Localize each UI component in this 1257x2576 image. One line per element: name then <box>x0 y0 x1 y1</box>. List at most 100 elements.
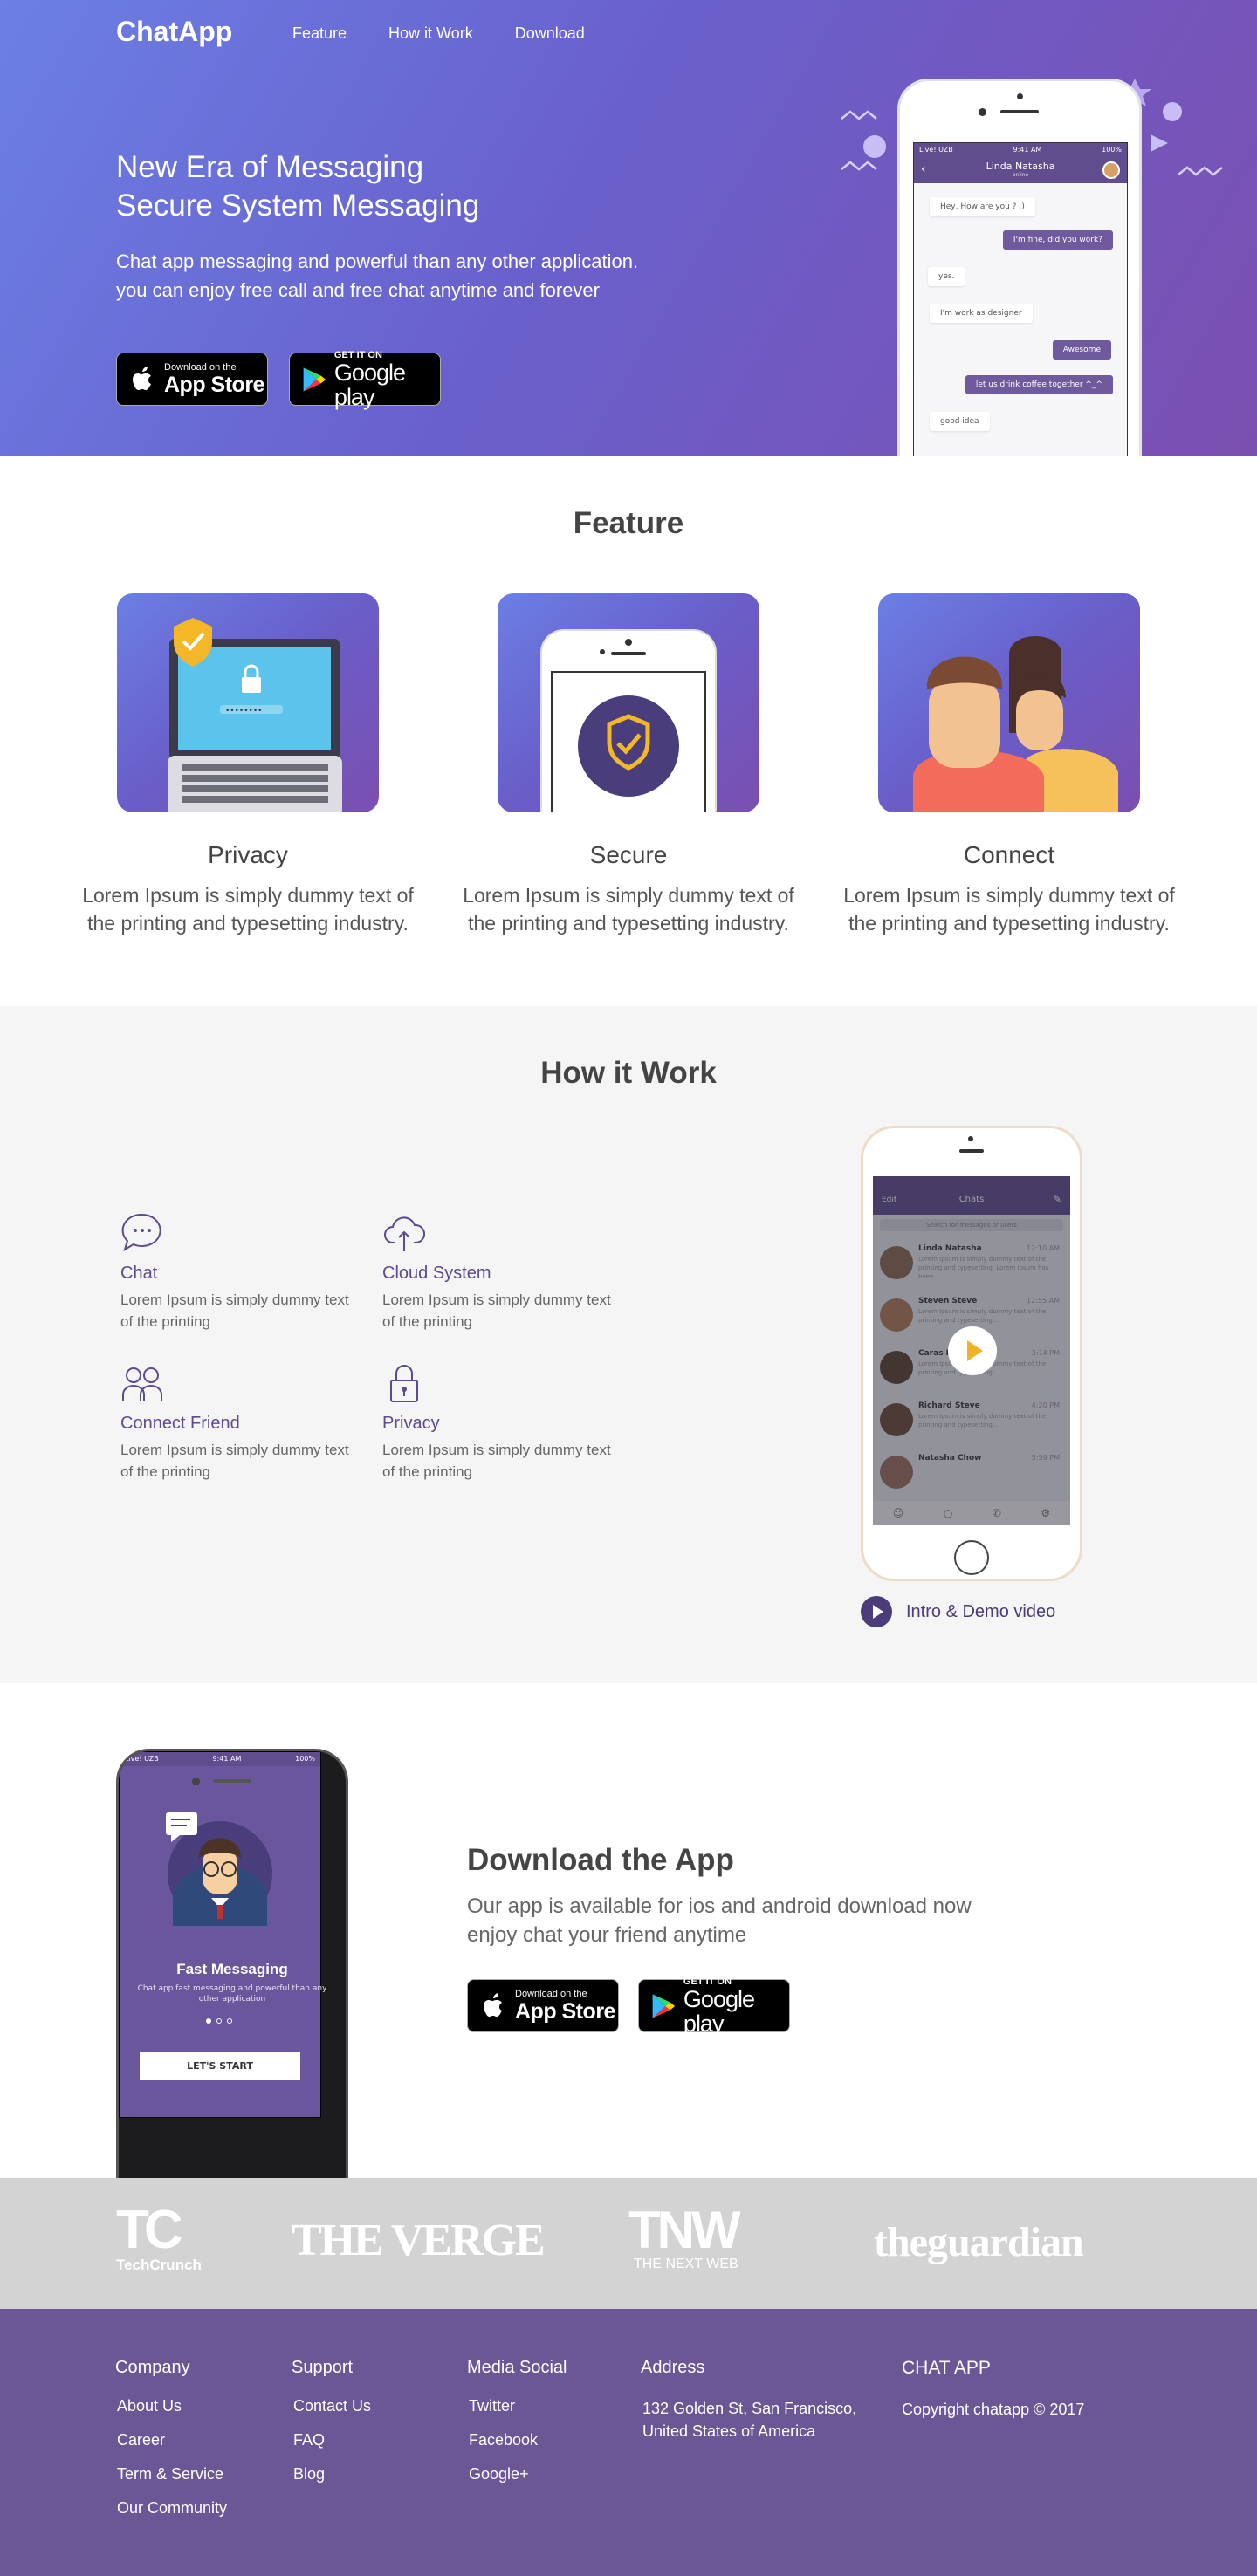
download-subtitle: Our app is available for ios and android… <box>467 1894 972 1947</box>
friends-icon <box>122 1367 162 1401</box>
how-item-privacy: Privacy Lorem Ipsum is simply dummy text… <box>382 1361 627 1483</box>
footer-address: Address 132 Golden St, San Francisco, Un… <box>641 2358 856 2442</box>
intro-demo-link[interactable]: Intro & Demo video <box>861 1596 1055 1627</box>
nav-download[interactable]: Download <box>515 24 585 43</box>
chat-message: Awesome <box>1052 340 1111 360</box>
demo-phone-screen: Edit Chats ✎ Search for messages or user… <box>873 1176 1070 1525</box>
play-video-icon[interactable] <box>948 1326 997 1375</box>
feature-card-privacy: •••••••• <box>117 593 379 812</box>
google-play-small: GET IT ON <box>333 349 382 360</box>
feature-desc-connect: Lorem Ipsum is simply dummy text of the … <box>843 884 1175 935</box>
how-title: How it Work <box>540 1056 717 1090</box>
top-nav: Feature How it Work Download <box>292 24 627 43</box>
feature-card-secure <box>498 593 759 812</box>
address-line-1: 132 Golden St, San Francisco, <box>642 2400 857 2417</box>
the-verge-logo[interactable]: THE VERGE <box>292 2215 546 2266</box>
brand-logo[interactable]: ChatApp <box>116 16 232 48</box>
phone-shield-icon <box>540 629 717 812</box>
guardian-logo[interactable]: theguardian <box>874 2218 1084 2266</box>
footer-company: Company About Us Career Term & Service O… <box>115 2358 227 2533</box>
download-title: Download the App <box>467 1843 734 1877</box>
footer-heading: Address <box>641 2358 705 2377</box>
feature-name-privacy: Privacy <box>208 841 288 868</box>
feature-card-connect <box>878 593 1140 812</box>
app-store-small: Download on the <box>164 361 237 373</box>
techcrunch-logo[interactable]: TC TechCrunch <box>116 2200 202 2274</box>
how-item-desc: Lorem Ipsum is simply dummy text of the … <box>120 1442 349 1480</box>
how-item-desc: Lorem Ipsum is simply dummy text of the … <box>382 1291 611 1330</box>
phone-speaker <box>959 1149 984 1153</box>
chat-header: ‹ Linda Natasha online <box>914 157 1127 183</box>
how-item-cloud: Cloud System Lorem Ipsum is simply dummy… <box>382 1211 627 1333</box>
phone-speaker <box>1000 110 1039 113</box>
footer: Company About Us Career Term & Service O… <box>0 2309 1257 2576</box>
techcrunch-mark: TC <box>116 2200 183 2260</box>
status-time: 9:41 AM <box>212 1755 242 1763</box>
lets-start-button[interactable]: LET'S START <box>140 2052 300 2080</box>
hero-phone-screen: Live! UZB 9:41 AM 100% ‹ Linda Natasha o… <box>913 142 1128 456</box>
footer-link-career[interactable]: Career <box>115 2431 227 2449</box>
feature-title: Feature <box>573 506 684 540</box>
how-item-desc: Lorem Ipsum is simply dummy text of the … <box>120 1291 349 1330</box>
feature-name-connect: Connect <box>963 841 1055 868</box>
footer-heading: Company <box>115 2358 190 2377</box>
feature-name-secure: Secure <box>589 841 668 868</box>
page-dot[interactable] <box>227 2018 232 2024</box>
intro-label: Intro & Demo video <box>906 1601 1056 1621</box>
app-store-big: App Store <box>164 372 264 397</box>
phone-camera <box>968 1136 973 1141</box>
app-store-button[interactable]: Download on the App Store <box>467 1979 619 2032</box>
nav-feature[interactable]: Feature <box>292 24 347 43</box>
carrier-label: Live! UZB <box>919 146 953 154</box>
download-phone-mockup: Live! UZB 9:41 AM 100% Fast Messaging Ch… <box>116 1749 348 2237</box>
onboarding-heading: Fast Messaging <box>176 1961 288 1977</box>
techcrunch-name: TechCrunch <box>116 2257 202 2273</box>
app-store-small: Download on the <box>515 1988 587 1999</box>
cloud-upload-icon <box>384 1216 425 1251</box>
onboarding-text: Chat app fast messaging and powerful tha… <box>137 1984 327 2004</box>
chat-message: Hey, How are you ? :) <box>930 197 1035 216</box>
status-time: 9:41 AM <box>1013 146 1042 154</box>
footer-link-community[interactable]: Our Community <box>115 2499 227 2518</box>
google-play-big: Google play <box>683 1985 755 2037</box>
google-play-icon <box>303 367 326 392</box>
phone-sensor <box>1017 93 1023 99</box>
phone-status-bar: Live! UZB 9:41 AM 100% <box>914 143 1127 157</box>
chat-message: I'm work as designer <box>930 304 1033 323</box>
chat-message: good idea <box>930 412 990 431</box>
page-dot[interactable] <box>216 2018 222 2024</box>
play-icon <box>861 1596 892 1627</box>
footer-app-title: CHAT APP <box>902 2358 991 2378</box>
footer-app: CHAT APP Copyright chatapp © 2017 <box>902 2358 1084 2421</box>
google-play-button[interactable]: GET IT ON Google play <box>289 349 441 410</box>
how-item-name: Chat <box>120 1264 158 1283</box>
app-store-big: App Store <box>515 1998 615 2024</box>
feature-desc-secure: Lorem Ipsum is simply dummy text of the … <box>463 884 794 935</box>
contact-avatar[interactable] <box>1102 161 1120 179</box>
footer-link-blog[interactable]: Blog <box>292 2465 371 2484</box>
demo-phone-mockup: Edit Chats ✎ Search for messages or user… <box>861 1126 1082 1581</box>
footer-heading: Media Social <box>467 2358 567 2377</box>
google-play-icon <box>652 1993 676 2018</box>
chat-message: I'm fine, did you work? <box>1002 230 1113 250</box>
google-play-big: Google play <box>333 359 406 410</box>
footer-link-contact[interactable]: Contact Us <box>292 2397 371 2415</box>
laptop-lock-icon: •••••••• <box>168 618 342 812</box>
nav-how-it-work[interactable]: How it Work <box>388 24 473 43</box>
footer-link-faq[interactable]: FAQ <box>292 2431 371 2449</box>
hero-title-line-1: New Era of Messaging <box>116 150 424 184</box>
how-item-desc: Lorem Ipsum is simply dummy text of the … <box>382 1442 611 1480</box>
download-phone-screen: Live! UZB 9:41 AM 100% Fast Messaging Ch… <box>119 1751 326 2118</box>
footer-link-twitter[interactable]: Twitter <box>467 2397 567 2415</box>
how-item-name: Cloud System <box>382 1264 491 1283</box>
footer-link-googleplus[interactable]: Google+ <box>467 2465 567 2484</box>
page-dot-active[interactable] <box>206 2018 211 2024</box>
tnw-logo[interactable]: TNW THE NEXT WEB <box>628 2204 741 2272</box>
page-dots <box>206 2018 232 2024</box>
app-store-button[interactable]: Download on the App Store <box>116 353 268 406</box>
apple-icon <box>484 1992 502 2017</box>
footer-link-about[interactable]: About Us <box>115 2397 227 2415</box>
google-play-button[interactable]: GET IT ON Google play <box>638 1977 790 2036</box>
footer-link-terms[interactable]: Term & Service <box>115 2465 227 2484</box>
footer-link-facebook[interactable]: Facebook <box>467 2431 567 2449</box>
